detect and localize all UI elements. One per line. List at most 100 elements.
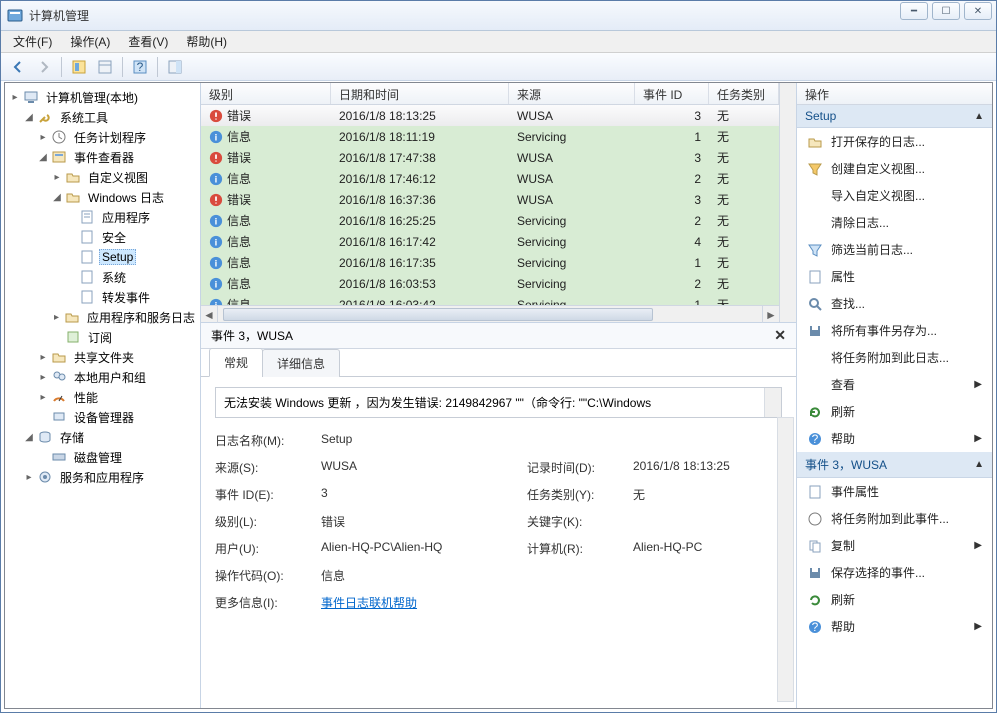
- collapse-icon[interactable]: ◢: [37, 151, 49, 163]
- tree-event-viewer[interactable]: ◢事件查看器: [35, 147, 198, 167]
- vertical-scrollbar[interactable]: [779, 83, 796, 322]
- svg-text:?: ?: [812, 432, 819, 446]
- expand-icon[interactable]: ▸: [23, 471, 35, 483]
- minimize-button[interactable]: ━: [900, 2, 928, 20]
- tree-shared-folders[interactable]: ▸共享文件夹: [35, 347, 198, 367]
- tree-log-security[interactable]: 安全: [63, 227, 198, 247]
- action-find[interactable]: 查找...: [797, 290, 992, 317]
- detail-scrollbar[interactable]: [777, 417, 794, 702]
- message-scrollbar[interactable]: [764, 388, 781, 417]
- tree-performance[interactable]: ▸性能: [35, 387, 198, 407]
- collapse-icon[interactable]: ◢: [23, 431, 35, 443]
- properties-button[interactable]: [94, 56, 116, 78]
- tree-subscriptions[interactable]: 订阅: [49, 327, 198, 347]
- more-info-link[interactable]: 事件日志联机帮助: [321, 596, 417, 610]
- column-task-category[interactable]: 任务类别: [709, 83, 779, 104]
- tree-label: 计算机管理(本地): [43, 88, 141, 107]
- action-import-custom-view[interactable]: 导入自定义视图...: [797, 182, 992, 209]
- event-row[interactable]: 错误2016/1/8 17:47:38WUSA3无: [201, 147, 779, 168]
- action-create-custom-view[interactable]: 创建自定义视图...: [797, 155, 992, 182]
- collapse-icon[interactable]: ◢: [23, 111, 35, 123]
- tree-log-application[interactable]: 应用程序: [63, 207, 198, 227]
- tree-storage[interactable]: ◢存储: [21, 427, 198, 447]
- column-event-id[interactable]: 事件 ID: [635, 83, 709, 104]
- expand-icon[interactable]: ▸: [51, 311, 62, 323]
- event-row[interactable]: i信息2016/1/8 16:25:25Servicing2无: [201, 210, 779, 231]
- event-row[interactable]: 错误2016/1/8 18:13:25WUSA3无: [201, 105, 779, 126]
- close-button[interactable]: ✕: [964, 2, 992, 20]
- action-clear-log[interactable]: 清除日志...: [797, 209, 992, 236]
- show-hide-tree-button[interactable]: [68, 56, 90, 78]
- column-level[interactable]: 级别: [201, 83, 331, 104]
- action-help[interactable]: ?帮助▶: [797, 425, 992, 452]
- action-view[interactable]: 查看▶: [797, 371, 992, 398]
- action-save-selected[interactable]: 保存选择的事件...: [797, 559, 992, 586]
- action-refresh[interactable]: 刷新: [797, 398, 992, 425]
- tree-local-users[interactable]: ▸本地用户和组: [35, 367, 198, 387]
- tree-log-forwarded[interactable]: 转发事件: [63, 287, 198, 307]
- svg-text:i: i: [215, 279, 218, 290]
- column-datetime[interactable]: 日期和时间: [331, 83, 509, 104]
- event-row[interactable]: i信息2016/1/8 16:17:42Servicing4无: [201, 231, 779, 252]
- event-list[interactable]: 错误2016/1/8 18:13:25WUSA3无i信息2016/1/8 18:…: [201, 105, 779, 305]
- action-open-saved-log[interactable]: 打开保存的日志...: [797, 128, 992, 155]
- action-properties[interactable]: 属性: [797, 263, 992, 290]
- nav-back-button[interactable]: [7, 56, 29, 78]
- actions-group-event[interactable]: 事件 3，WUSA▲: [797, 452, 992, 478]
- filter-icon: [807, 161, 823, 177]
- tab-details[interactable]: 详细信息: [262, 349, 340, 377]
- action-filter-log[interactable]: 筛选当前日志...: [797, 236, 992, 263]
- event-row[interactable]: i信息2016/1/8 18:11:19Servicing1无: [201, 126, 779, 147]
- expand-icon[interactable]: ▸: [9, 91, 21, 103]
- expand-icon[interactable]: ▸: [51, 171, 63, 183]
- tree-disk-mgmt[interactable]: 磁盘管理: [35, 447, 198, 467]
- tree-windows-logs[interactable]: ◢Windows 日志: [49, 187, 198, 207]
- event-row[interactable]: i信息2016/1/8 17:46:12WUSA2无: [201, 168, 779, 189]
- maximize-button[interactable]: ☐: [932, 2, 960, 20]
- disk-icon: [51, 449, 67, 465]
- tree-system-tools[interactable]: ◢系统工具: [21, 107, 198, 127]
- event-row[interactable]: i信息2016/1/8 16:03:42Servicing1无: [201, 294, 779, 305]
- menu-action[interactable]: 操作(A): [62, 31, 118, 52]
- menu-file[interactable]: 文件(F): [5, 31, 60, 52]
- action-help-2[interactable]: ?帮助▶: [797, 613, 992, 640]
- tree-root[interactable]: ▸ 计算机管理(本地): [7, 87, 198, 107]
- action-save-all-events[interactable]: 将所有事件另存为...: [797, 317, 992, 344]
- scroll-thumb[interactable]: [223, 308, 653, 321]
- tree-custom-views[interactable]: ▸自定义视图: [49, 167, 198, 187]
- expand-icon[interactable]: ▸: [37, 391, 49, 403]
- action-attach-task-event[interactable]: 将任务附加到此事件...: [797, 505, 992, 532]
- expand-icon[interactable]: ▸: [37, 351, 49, 363]
- menu-view[interactable]: 查看(V): [120, 31, 176, 52]
- actions-group-setup[interactable]: Setup▲: [797, 105, 992, 128]
- expand-icon[interactable]: ▸: [37, 131, 49, 143]
- action-refresh-2[interactable]: 刷新: [797, 586, 992, 613]
- detail-message: 无法安装 Windows 更新 ，因为发生错误: 2149842967 ""（命…: [224, 396, 651, 410]
- storage-icon: [37, 429, 53, 445]
- tree-apps-services-logs[interactable]: ▸应用程序和服务日志: [49, 307, 198, 327]
- event-row[interactable]: i信息2016/1/8 16:17:35Servicing1无: [201, 252, 779, 273]
- tree-device-manager[interactable]: 设备管理器: [35, 407, 198, 427]
- tree-log-system[interactable]: 系统: [63, 267, 198, 287]
- help-button[interactable]: ?: [129, 56, 151, 78]
- scroll-right-icon[interactable]: ►: [762, 306, 779, 323]
- event-row[interactable]: i信息2016/1/8 16:03:53Servicing2无: [201, 273, 779, 294]
- tree-task-scheduler[interactable]: ▸任务计划程序: [35, 127, 198, 147]
- collapse-icon[interactable]: ◢: [51, 191, 63, 203]
- action-copy[interactable]: 复制▶: [797, 532, 992, 559]
- scroll-left-icon[interactable]: ◄: [201, 306, 218, 323]
- event-row[interactable]: 错误2016/1/8 16:37:36WUSA3无: [201, 189, 779, 210]
- detail-close-button[interactable]: ✕: [774, 327, 786, 344]
- horizontal-scrollbar[interactable]: ◄ ►: [201, 305, 779, 322]
- tab-general[interactable]: 常规: [209, 348, 263, 377]
- tree-services-apps[interactable]: ▸服务和应用程序: [21, 467, 198, 487]
- menu-help[interactable]: 帮助(H): [178, 31, 235, 52]
- action-pane-button[interactable]: [164, 56, 186, 78]
- expand-icon[interactable]: ▸: [37, 371, 49, 383]
- tree-log-setup[interactable]: Setup: [63, 247, 198, 267]
- nav-forward-button[interactable]: [33, 56, 55, 78]
- column-source[interactable]: 来源: [509, 83, 635, 104]
- action-event-properties[interactable]: 事件属性: [797, 478, 992, 505]
- action-attach-task-log[interactable]: 将任务附加到此日志...: [797, 344, 992, 371]
- console-tree[interactable]: ▸ 计算机管理(本地) ◢系统工具 ▸任务计划程序 ◢事件查看器 ▸自定义视图: [5, 83, 201, 708]
